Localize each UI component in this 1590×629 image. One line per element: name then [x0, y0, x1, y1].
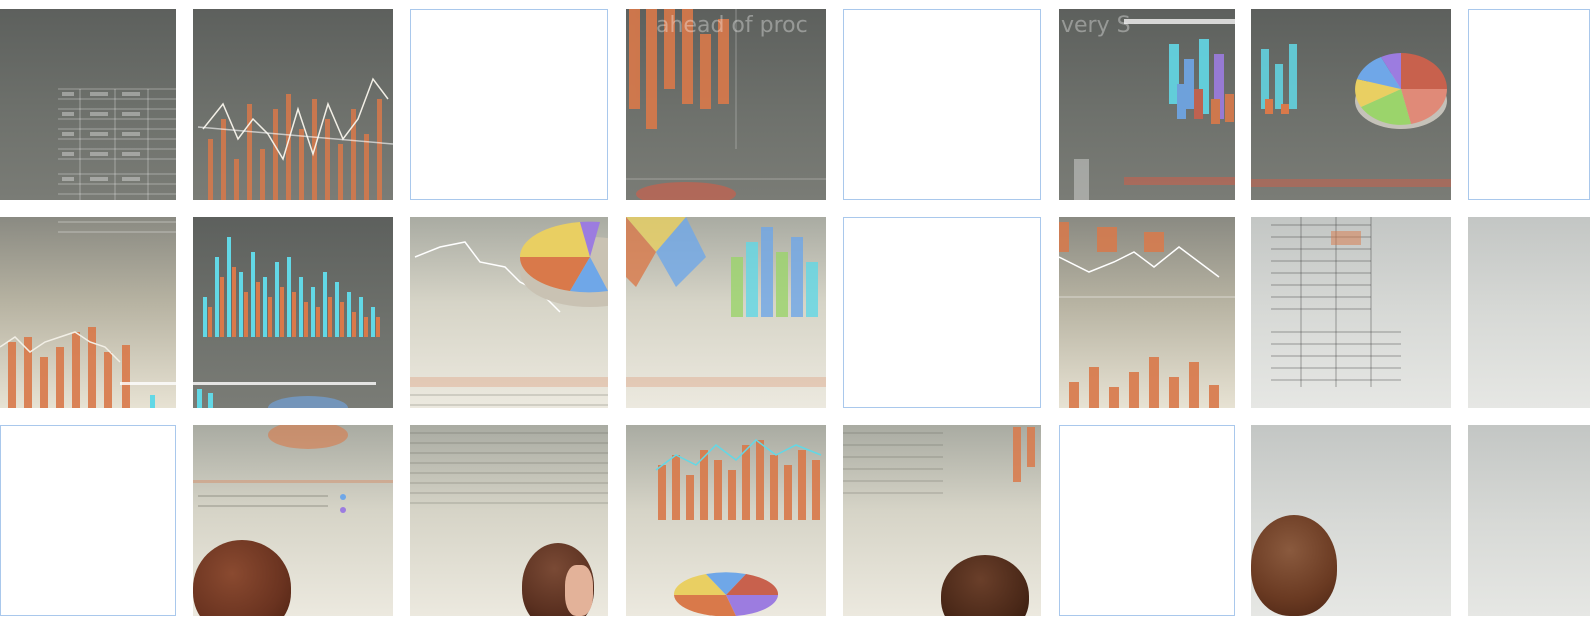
overlay-caption: ahead of proc — [656, 13, 808, 38]
tile-graphic — [655, 439, 822, 616]
puzzle-tile-r3c3[interactable] — [410, 425, 608, 616]
person-head — [1251, 515, 1337, 616]
puzzle-tile-r2c2[interactable] — [193, 217, 393, 408]
puzzle-tile-r3c5[interactable] — [843, 425, 1041, 616]
tile-graphic — [1059, 222, 1235, 408]
person-face — [565, 565, 593, 616]
tile-graphic — [626, 217, 826, 387]
tile-graphic — [193, 237, 380, 408]
puzzle-slot-r1c3[interactable] — [410, 9, 608, 200]
puzzle-tile-r2c4[interactable] — [626, 217, 826, 408]
puzzle-tile-r3c2[interactable] — [193, 425, 393, 616]
puzzle-tile-r2c8[interactable] — [1468, 217, 1590, 408]
puzzle-slot-r1c5[interactable] — [843, 9, 1041, 200]
puzzle-tile-r2c6[interactable] — [1059, 217, 1235, 408]
tile-graphic — [0, 221, 176, 408]
puzzle-tile-r2c3[interactable] — [410, 217, 608, 408]
tile-graphic — [197, 77, 393, 200]
puzzle-tile-r1c2[interactable] — [193, 9, 393, 200]
puzzle-slot-r3c1[interactable] — [0, 425, 176, 616]
puzzle-tile-r2c1[interactable] — [0, 217, 176, 408]
tile-graphic — [58, 88, 176, 200]
puzzle-tile-r1c4[interactable]: ahead of proc — [626, 9, 826, 200]
puzzle-slot-r2c5[interactable] — [843, 217, 1041, 408]
tile-graphic — [410, 221, 608, 406]
puzzle-tile-r3c7[interactable] — [1251, 425, 1451, 616]
puzzle-tile-r2c7[interactable] — [1251, 217, 1451, 408]
overlay-caption: very S — [1061, 13, 1131, 38]
puzzle-slot-r1c8[interactable] — [1468, 9, 1590, 200]
puzzle-tile-r3c8[interactable] — [1468, 425, 1590, 616]
tile-graphic — [1271, 217, 1401, 387]
puzzle-tile-r3c4[interactable] — [626, 425, 826, 616]
puzzle-tile-r1c7[interactable] — [1251, 9, 1451, 200]
tile-graphic — [1251, 44, 1451, 187]
puzzle-slot-r3c6[interactable] — [1059, 425, 1235, 616]
puzzle-tile-r1c1[interactable] — [0, 9, 176, 200]
puzzle-tile-r1c6[interactable]: very S — [1059, 9, 1235, 200]
puzzle-grid: ahead of proc very S — [0, 0, 1590, 629]
